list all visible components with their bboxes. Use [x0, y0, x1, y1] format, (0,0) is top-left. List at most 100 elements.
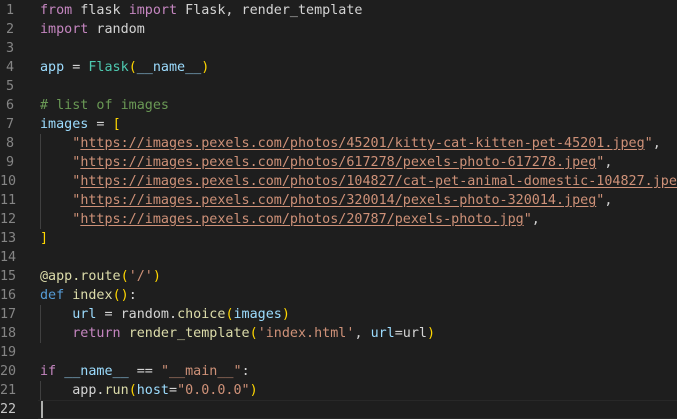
code-text: return render_template('index.html', url… — [40, 324, 435, 343]
code-token: = — [88, 117, 113, 132]
code-line[interactable]: 8 "https://images.pexels.com/photos/4520… — [0, 134, 677, 153]
line-number: 7 — [5, 117, 14, 132]
code-token: run — [104, 383, 129, 398]
line-number: 21 — [0, 383, 17, 398]
code-token[interactable]: https://images.pexels.com/photos/45201/k… — [80, 136, 644, 151]
code-line[interactable]: 9 "https://images.pexels.com/photos/6172… — [0, 153, 677, 172]
code-token[interactable]: https://images.pexels.com/photos/320014/… — [80, 193, 596, 208]
code-line[interactable]: 12 "https://images.pexels.com/photos/207… — [0, 210, 677, 229]
code-line[interactable]: 10 "https://images.pexels.com/photos/104… — [0, 172, 677, 191]
line-number: 14 — [0, 250, 17, 265]
line-number: 2 — [5, 22, 14, 37]
code-text: if __name__ == "__main__": — [40, 362, 250, 381]
code-text: "https://images.pexels.com/photos/320014… — [40, 191, 612, 210]
line-number: 1 — [5, 3, 14, 18]
code-line[interactable]: 17 url = random.choice(images) — [0, 305, 677, 324]
code-text: "https://images.pexels.com/photos/45201/… — [40, 134, 661, 153]
code-token: ( — [128, 383, 137, 398]
line-number: 3 — [5, 41, 14, 56]
line-number: 10 — [0, 174, 17, 189]
code-line[interactable]: 7 images = [ — [0, 115, 677, 134]
code-token: Flask — [88, 60, 129, 75]
code-token: '/' — [128, 269, 153, 284]
code-line[interactable]: 19 — [0, 343, 677, 362]
code-token: = random. — [96, 307, 178, 322]
code-token: return — [72, 326, 121, 341]
code-token: url — [370, 326, 395, 341]
code-line[interactable]: 11 "https://images.pexels.com/photos/320… — [0, 191, 677, 210]
code-token: Flask, render_template — [177, 3, 363, 18]
current-line-highlight — [38, 400, 677, 419]
line-number: 6 — [5, 98, 14, 113]
code-text: app.run(host="0.0.0.0") — [40, 381, 258, 400]
line-number: 15 — [0, 269, 17, 284]
code-text: # list of images — [40, 96, 169, 115]
code-token: random — [88, 22, 145, 37]
code-token: ( — [120, 269, 129, 284]
code-token: = — [64, 60, 89, 75]
code-line[interactable]: 2 import random — [0, 20, 677, 39]
line-number: 9 — [5, 155, 14, 170]
line-number: 19 — [0, 345, 17, 360]
code-text: images = [ — [40, 115, 121, 134]
code-token: import — [40, 22, 89, 37]
code-token: images — [233, 307, 282, 322]
code-token: choice — [177, 307, 226, 322]
code-token[interactable]: https://images.pexels.com/photos/617278/… — [80, 155, 596, 170]
code-token: () — [112, 288, 129, 303]
code-line[interactable]: 1 from flask import Flask, render_templat… — [0, 1, 677, 20]
code-line[interactable]: 21 app.run(host="0.0.0.0") — [0, 381, 677, 400]
code-token: def — [40, 288, 65, 303]
code-token: 'index.html' — [257, 326, 355, 341]
code-token: , — [604, 155, 613, 170]
code-text: @app.route('/') — [40, 267, 161, 286]
code-token: ) — [201, 60, 210, 75]
code-token: = — [169, 383, 178, 398]
code-token: index — [72, 288, 113, 303]
text-cursor — [41, 401, 43, 418]
code-text: app = Flask(__name__) — [40, 58, 209, 77]
code-line[interactable]: 20 if __name__ == "__main__": — [0, 362, 677, 381]
code-line[interactable]: 18 return render_template('index.html', … — [0, 324, 677, 343]
code-token: from — [40, 3, 73, 18]
code-line[interactable]: 13] — [0, 229, 677, 248]
code-text: import random — [40, 20, 145, 39]
code-token: == — [128, 364, 161, 379]
code-line[interactable]: 3 — [0, 39, 677, 58]
code-line[interactable]: 4 app = Flask(__name__) — [0, 58, 677, 77]
code-token: ) — [249, 383, 258, 398]
code-token: if — [40, 364, 57, 379]
code-text: def index(): — [40, 286, 137, 305]
code-token: [ — [112, 117, 121, 132]
code-token: , — [531, 212, 540, 227]
code-line[interactable]: 14 — [0, 248, 677, 267]
code-line[interactable]: 5 — [0, 77, 677, 96]
code-token: import — [128, 3, 178, 18]
line-number: 18 — [0, 326, 17, 341]
code-token: app — [40, 60, 65, 75]
line-number: 11 — [0, 193, 17, 208]
code-token: " — [523, 212, 532, 227]
code-line[interactable]: 16 def index(): — [0, 286, 677, 305]
line-number: 4 — [5, 60, 14, 75]
code-token: ) — [152, 269, 161, 284]
line-number: 17 — [0, 307, 17, 322]
code-line[interactable]: 22 — [0, 400, 677, 419]
line-number: 22 — [0, 402, 17, 417]
code-line[interactable]: 15 @app.route('/') — [0, 267, 677, 286]
code-token: ) — [281, 307, 290, 322]
line-number: 13 — [0, 231, 17, 246]
line-number: 5 — [5, 79, 14, 94]
code-token[interactable]: https://images.pexels.com/photos/20787/p… — [80, 212, 523, 227]
code-editor[interactable]: 1 from flask import Flask, render_templat… — [0, 0, 677, 419]
code-token[interactable]: https://images.pexels.com/photos/104827/… — [80, 174, 677, 189]
code-text: "https://images.pexels.com/photos/104827… — [40, 172, 677, 191]
code-token: "0.0.0.0" — [177, 383, 250, 398]
code-line[interactable]: 6 # list of images — [0, 96, 677, 115]
code-token: ( — [249, 326, 258, 341]
